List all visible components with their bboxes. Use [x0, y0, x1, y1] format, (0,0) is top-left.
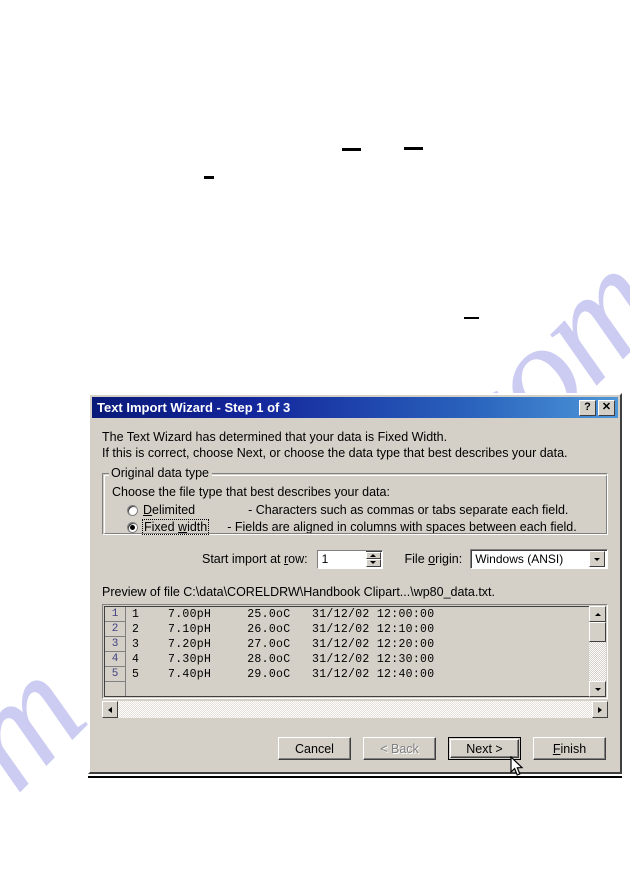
vertical-scroll-track[interactable]: [589, 622, 606, 681]
chevron-up-icon: [370, 553, 377, 557]
original-data-type-group: Original data type Choose the file type …: [102, 466, 608, 535]
chevron-down-icon: [594, 687, 601, 691]
scan-artifact-dash: [464, 317, 479, 319]
import-controls-row: Start import at row: 1 File origin: Wind…: [102, 549, 608, 569]
text-import-wizard-dialog: Text Import Wizard - Step 1 of 3 ? ✕ The…: [88, 393, 622, 774]
preview-row: 2 7.10pH 26.0oC 31/12/02 12:10:00: [132, 623, 435, 636]
radio-button-icon-delimited[interactable]: [127, 504, 138, 516]
chevron-right-icon: [598, 706, 602, 713]
preview-caption: Preview of file C:\data\CORELDRW\Handboo…: [102, 585, 495, 599]
preview-row: 5 7.40pH 29.0oC 31/12/02 12:40:00: [132, 668, 435, 681]
file-origin-label: File origin:: [405, 552, 463, 566]
label-rest: ow:: [288, 552, 308, 566]
preview-row: 1 7.00pH 25.0oC 31/12/02 12:00:00: [132, 608, 435, 621]
page-bottom-rule: [88, 776, 622, 778]
next-button[interactable]: Next >: [448, 737, 521, 760]
scan-artifact-dash: [342, 148, 361, 151]
chevron-down-glyph: [594, 557, 600, 561]
preview-vertical-scrollbar[interactable]: [589, 606, 606, 697]
row-number: 5: [105, 667, 125, 682]
radio-button-icon-fixed-width[interactable]: [127, 521, 138, 533]
start-import-row-label: Start import at row:: [202, 552, 308, 566]
data-preview-viewport[interactable]: 1 2 3 4 5 1 7.00pH 25.0oC 31/12/02 12:00…: [104, 606, 589, 697]
stepper-arrows: [365, 551, 381, 567]
start-import-row-stepper[interactable]: 1: [316, 549, 383, 569]
row-number: 1: [105, 607, 125, 622]
intro-line-2: If this is correct, choose Next, or choo…: [102, 446, 568, 460]
radio-delimited-label: Delimited: [143, 503, 195, 517]
cancel-button[interactable]: Cancel: [278, 737, 351, 760]
file-origin-select[interactable]: Windows (ANSI): [470, 549, 608, 569]
row-number: 3: [105, 637, 125, 652]
file-origin-selected-value: Windows (ANSI): [475, 552, 564, 566]
dialog-titlebar[interactable]: Text Import Wizard - Step 1 of 3 ? ✕: [92, 397, 618, 418]
scroll-up-button[interactable]: [589, 606, 606, 622]
label-rest: idth: [187, 520, 208, 534]
label-rest: inish: [560, 741, 587, 756]
vertical-scroll-thumb[interactable]: [589, 622, 606, 642]
radio-fixed-width-description: - Fields are aligned in columns with spa…: [227, 520, 577, 534]
start-import-row-input[interactable]: 1: [317, 550, 366, 568]
scroll-right-button[interactable]: [592, 701, 608, 718]
group-prompt: Choose the file type that best describes…: [112, 485, 390, 499]
button-label: < Back: [380, 741, 419, 756]
label-rest: rigin:: [435, 552, 463, 566]
horizontal-scroll-track[interactable]: [118, 701, 592, 718]
scan-artifact-dash: [404, 147, 423, 150]
label-start: Fixed: [144, 520, 179, 534]
button-label: Next >: [466, 741, 503, 756]
radio-delimited[interactable]: Delimited - Characters such as commas or…: [127, 502, 599, 518]
label-start: Start import at: [202, 552, 284, 566]
group-legend: Original data type: [109, 466, 212, 480]
back-button[interactable]: < Back: [363, 737, 436, 760]
row-number: 2: [105, 622, 125, 637]
radio-delimited-description: - Characters such as commas or tabs sepa…: [248, 503, 569, 517]
label-rest: elimited: [152, 503, 196, 517]
chevron-down-icon: [370, 561, 377, 565]
button-label: Cancel: [295, 741, 334, 756]
chevron-up-icon: [594, 612, 601, 616]
close-icon[interactable]: ✕: [598, 399, 615, 416]
dialog-button-row: Cancel < Back Next > Finish: [90, 737, 620, 760]
accel-char: D: [143, 503, 153, 517]
stepper-down-button[interactable]: [365, 559, 381, 567]
chevron-left-icon: [108, 706, 112, 713]
row-number-gutter: 1 2 3 4 5: [105, 607, 126, 696]
dialog-title: Text Import Wizard - Step 1 of 3: [97, 400, 291, 415]
accel-char: w: [178, 520, 188, 534]
preview-data-column: 1 7.00pH 25.0oC 31/12/02 12:00:00 2 7.10…: [126, 607, 589, 696]
scroll-down-button[interactable]: [589, 681, 606, 697]
preview-row: 4 7.30pH 28.0oC 31/12/02 12:30:00: [132, 653, 435, 666]
help-icon[interactable]: ?: [579, 399, 596, 416]
button-label: Finish: [553, 742, 586, 756]
preview-row: 3 7.20pH 27.0oC 31/12/02 12:20:00: [132, 638, 435, 651]
chevron-down-icon[interactable]: [589, 551, 605, 567]
scroll-left-button[interactable]: [102, 701, 118, 718]
preview-horizontal-scrollbar[interactable]: [102, 701, 608, 718]
intro-line-1: The Text Wizard has determined that your…: [102, 430, 448, 444]
dialog-body: The Text Wizard has determined that your…: [90, 418, 620, 718]
scan-artifact-dash: [204, 176, 214, 179]
radio-fixed-width-label: Fixed width: [141, 519, 210, 535]
finish-button[interactable]: Finish: [533, 737, 606, 760]
stepper-up-button[interactable]: [365, 551, 381, 559]
data-preview-pane: 1 2 3 4 5 1 7.00pH 25.0oC 31/12/02 12:00…: [102, 604, 608, 699]
row-number: 4: [105, 652, 125, 667]
radio-fixed-width[interactable]: Fixed width - Fields are aligned in colu…: [127, 519, 599, 535]
label-start: File: [404, 552, 429, 566]
